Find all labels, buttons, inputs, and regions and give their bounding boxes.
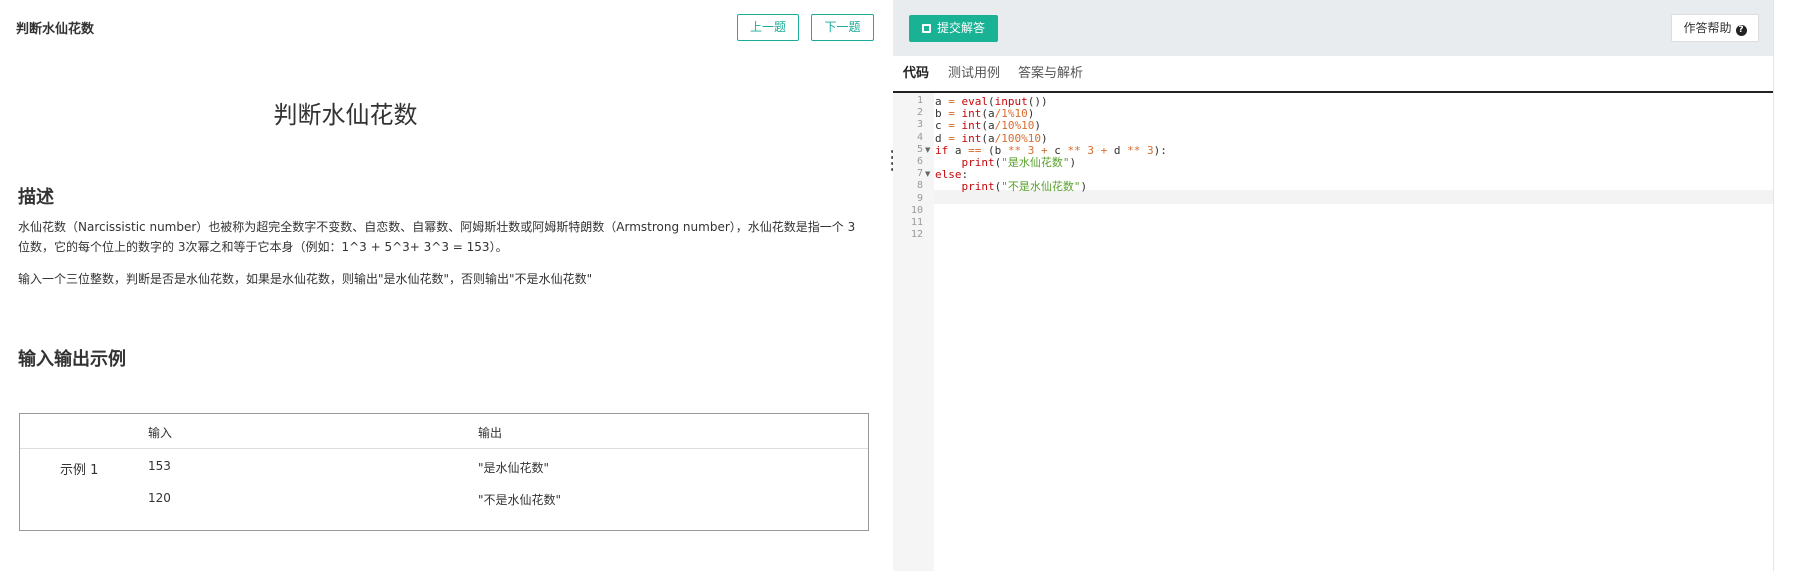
- table-header-output: 输出: [478, 426, 503, 440]
- question-circle-icon: ?: [1735, 25, 1747, 36]
- description-heading: 描述: [18, 187, 54, 208]
- breadcrumb: 判断水仙花数: [16, 22, 95, 37]
- line-number: 1: [916, 95, 923, 106]
- example-output-1: "是水仙花数": [478, 461, 550, 475]
- page-scrollbar[interactable]: [1773, 0, 1795, 571]
- example-input-1: 153: [148, 459, 171, 473]
- code-line: print("不是水仙花数"): [961, 180, 1088, 194]
- editor-panel: 提交解答 作答帮助? 代码 测试用例 答案与解析 1a = eval(input…: [893, 0, 1773, 571]
- help-button[interactable]: 作答帮助?: [1671, 14, 1759, 42]
- line-number: 2: [916, 107, 923, 119]
- line-number: 10: [910, 204, 923, 216]
- editor-tabs: 代码 测试用例 答案与解析: [893, 56, 1773, 93]
- submit-label: 提交解答: [936, 21, 985, 35]
- line-number: 7: [916, 168, 923, 180]
- save-icon: [921, 24, 931, 33]
- tab-answer-analysis[interactable]: 答案与解析: [1018, 56, 1083, 91]
- tab-code[interactable]: 代码: [903, 56, 929, 91]
- line-number: 5: [916, 143, 923, 155]
- line-number: 12: [910, 229, 923, 241]
- submit-button[interactable]: 提交解答: [909, 15, 998, 42]
- table-header-input: 输入: [148, 426, 173, 440]
- fold-arrow-icon[interactable]: ▼: [925, 170, 930, 178]
- problem-title: 判断水仙花数: [273, 101, 418, 129]
- description-paragraph: 水仙花数（Narcissistic number）也被称为超完全数字不变数、自恋…: [18, 220, 856, 254]
- example-label: 示例 1: [60, 463, 99, 478]
- line-number: 9: [916, 192, 923, 204]
- io-examples-table: 输入 输出 示例 1 153 "是水仙花数" 120 "不是水仙花数": [19, 413, 869, 531]
- tab-test-cases[interactable]: 测试用例: [948, 56, 1000, 91]
- fold-arrow-icon[interactable]: ▼: [925, 146, 930, 154]
- line-number: 11: [910, 217, 923, 228]
- task-paragraph: 输入一个三位整数，判断是否是水仙花数，如果是水仙花数，则输出"是水仙花数"，否则…: [18, 272, 593, 286]
- line-number: 6: [916, 156, 923, 167]
- example-output-2: "不是水仙花数": [478, 493, 562, 507]
- help-label: 作答帮助: [1683, 21, 1732, 35]
- line-number: 3: [916, 119, 923, 131]
- example-input-2: 120: [148, 491, 171, 505]
- problem-panel: 判断水仙花数 上一题 下一题 判断水仙花数 描述 水仙花数（Narcissist…: [0, 0, 893, 571]
- line-number: 4: [916, 131, 923, 143]
- editor-toolbar: 提交解答 作答帮助?: [893, 0, 1773, 56]
- line-number: 8: [916, 180, 923, 192]
- prev-question-button[interactable]: 上一题: [737, 14, 799, 41]
- io-examples-heading: 输入输出示例: [18, 349, 126, 370]
- table-divider: [20, 448, 868, 449]
- code-editor[interactable]: 1a = eval(input()) 2 b = int(a/1%10) 3 c = i…: [893, 93, 1773, 571]
- next-question-button[interactable]: 下一题: [811, 14, 874, 41]
